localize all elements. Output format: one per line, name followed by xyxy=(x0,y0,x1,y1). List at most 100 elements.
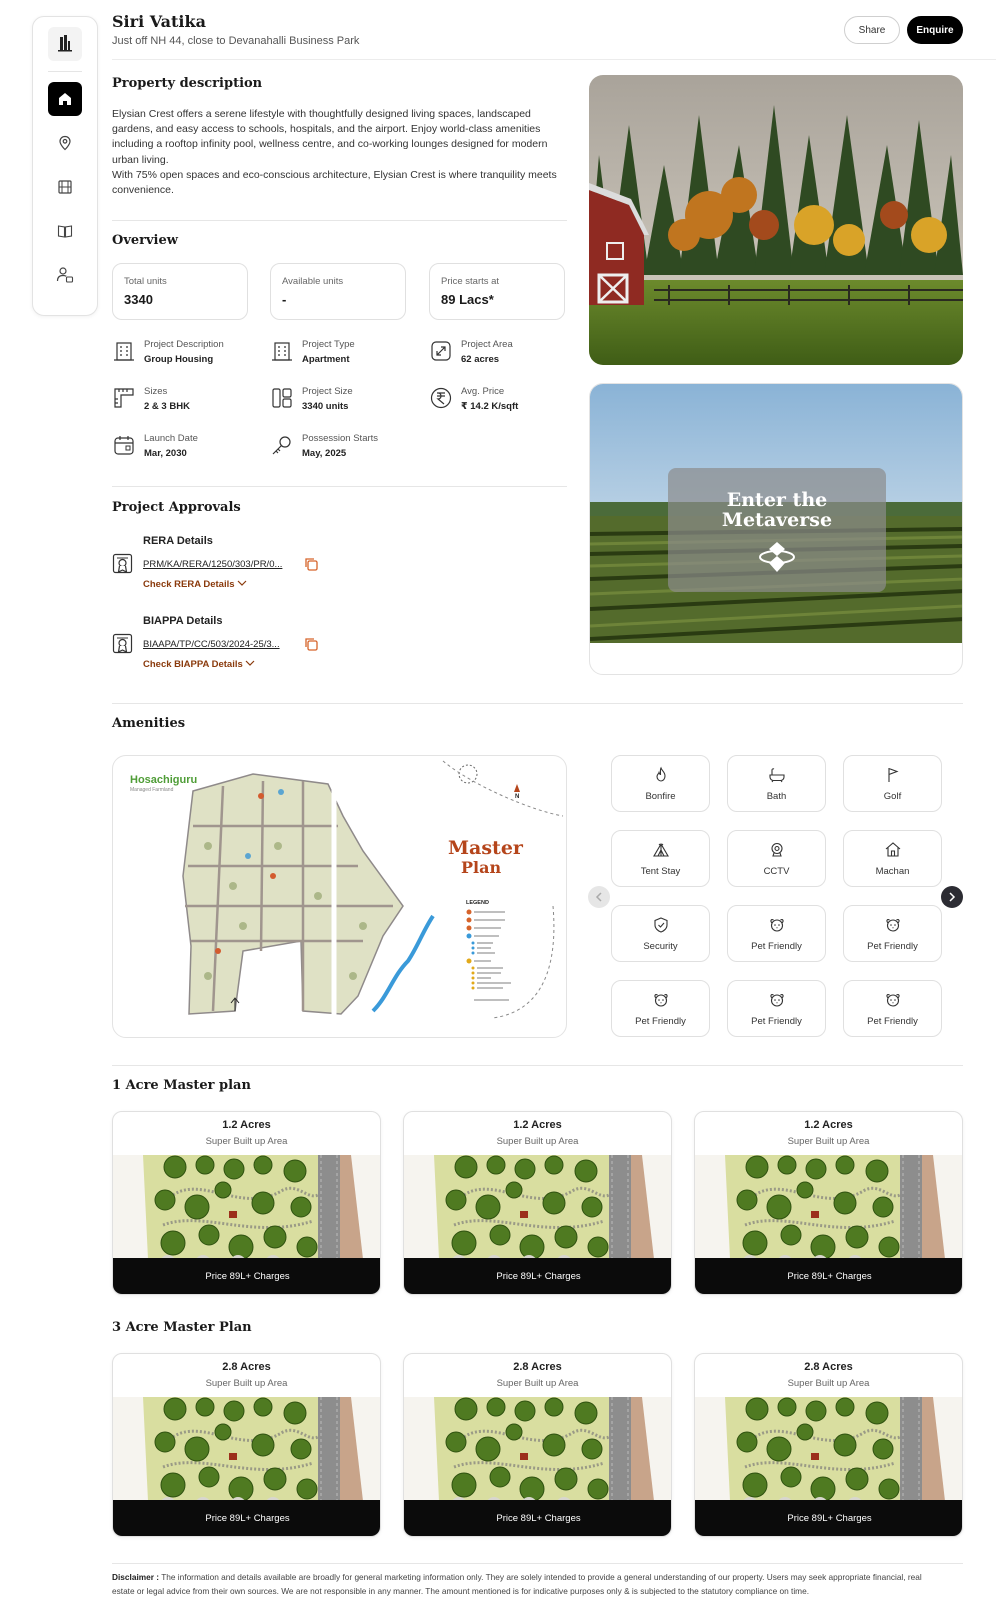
amenity-tile-pet-friendly[interactable]: Pet Friendly xyxy=(611,980,710,1037)
detail-label: Project Description xyxy=(144,339,224,350)
copy-icon[interactable] xyxy=(303,636,319,652)
plan-card[interactable]: 2.8 Acres Super Built up Area Price 89L+ C… xyxy=(694,1353,963,1537)
detail-launch-date: Launch Date Mar, 2030 xyxy=(112,433,262,459)
amenity-tile-cctv[interactable]: CCTV xyxy=(727,830,826,887)
hut-icon xyxy=(885,841,900,857)
plan-price-button[interactable]: Price 89L+ Charges xyxy=(404,1258,671,1294)
calendar-icon xyxy=(114,436,134,455)
master-plan-map[interactable]: Hosachiguru Managed Farmland Master Plan… xyxy=(112,755,567,1038)
dog-icon xyxy=(885,993,900,1007)
plan-acres: 1.2 Acres xyxy=(513,1119,562,1131)
plan-price-button[interactable]: Price 89L+ Charges xyxy=(113,1258,380,1294)
description-heading: Property description xyxy=(112,76,263,91)
amenity-tile-pet-friendly[interactable]: Pet Friendly xyxy=(843,905,942,962)
amenity-tile-pet-friendly[interactable]: Pet Friendly xyxy=(727,905,826,962)
amenity-tile-golf[interactable]: Golf xyxy=(843,755,942,812)
amenity-tile-machan[interactable]: Machan xyxy=(843,830,942,887)
sidebar-item-location[interactable] xyxy=(48,126,82,160)
check-biappa-link[interactable]: Check BIAPPA Details xyxy=(143,659,342,670)
sidebar-item-home[interactable] xyxy=(48,82,82,116)
user-settings-icon xyxy=(56,267,74,283)
amenity-label: Golf xyxy=(883,790,902,802)
metaverse-card[interactable]: Enter the Metaverse xyxy=(589,383,963,675)
camera-icon xyxy=(770,842,783,857)
amenity-tile-pet-friendly[interactable]: Pet Friendly xyxy=(727,980,826,1037)
detail-value: 2 & 3 BHK xyxy=(144,401,190,412)
stat-label: Price starts at xyxy=(441,276,500,287)
plan-layout-image xyxy=(695,1155,962,1259)
detail-project-size: Project Size 3340 units xyxy=(270,386,420,412)
detail-possession: Possession Starts May, 2025 xyxy=(270,433,420,459)
property-photo-barn[interactable] xyxy=(589,75,963,365)
detail-value: ₹ 14.2 K/sqft xyxy=(461,401,519,412)
share-button[interactable]: Share xyxy=(844,16,900,44)
amenity-tile-bath[interactable]: Bath xyxy=(727,755,826,812)
plan-acres: 2.8 Acres xyxy=(222,1361,271,1373)
plan-area-label: Super Built up Area xyxy=(787,1136,870,1147)
amenity-tile-tent-stay[interactable]: Tent Stay xyxy=(611,830,710,887)
plan-acres: 1.2 Acres xyxy=(804,1119,853,1131)
certificate-icon xyxy=(112,553,133,574)
approval-number: PRM/KA/RERA/1250/303/PR/0... xyxy=(143,558,283,570)
plan-layout-image xyxy=(113,1397,380,1501)
amenities-prev-button[interactable] xyxy=(588,886,610,908)
copy-icon[interactable] xyxy=(303,556,319,572)
brand-logo[interactable] xyxy=(48,27,82,61)
sidebar-item-profile[interactable] xyxy=(48,258,82,292)
detail-label: Project Type xyxy=(302,339,355,350)
enquire-button[interactable]: Enquire xyxy=(907,16,963,44)
divider xyxy=(112,703,963,704)
dog-icon xyxy=(653,993,668,1007)
stat-label: Total units xyxy=(124,276,167,287)
film-icon xyxy=(58,180,72,194)
detail-project-area: Project Area 62 acres xyxy=(429,339,579,365)
amenities-next-button[interactable] xyxy=(941,886,963,908)
map-title-line2: Plan xyxy=(461,858,501,877)
detail-label: Launch Date xyxy=(144,433,198,444)
detail-label: Sizes xyxy=(144,386,168,397)
map-legend-title: LEGEND xyxy=(466,900,489,906)
detail-avg-price: Avg. Price ₹ 14.2 K/sqft xyxy=(429,386,579,412)
plan-card[interactable]: 1.2 Acres Super Built up Area Price 89L+ C… xyxy=(112,1111,381,1295)
plan-price-button[interactable]: Price 89L+ Charges xyxy=(695,1258,962,1294)
map-brand: Hosachiguru xyxy=(130,774,197,786)
certificate-icon xyxy=(112,633,133,654)
divider xyxy=(112,220,567,221)
plan-card[interactable]: 2.8 Acres Super Built up Area Price 89L+ C… xyxy=(112,1353,381,1537)
plan-area-label: Super Built up Area xyxy=(496,1378,579,1389)
plan-price-button[interactable]: Price 89L+ Charges xyxy=(404,1500,671,1536)
check-rera-label: Check RERA Details xyxy=(143,579,235,590)
detail-label: Project Area xyxy=(461,339,513,350)
plan-area-label: Super Built up Area xyxy=(496,1136,579,1147)
page-title: Siri Vatika xyxy=(112,12,206,31)
map-title-line1: Master xyxy=(448,837,524,859)
amenity-tile-bonfire[interactable]: Bonfire xyxy=(611,755,710,812)
description-paragraph-2: With 75% open spaces and eco-conscious a… xyxy=(112,168,557,197)
plan-area-label: Super Built up Area xyxy=(205,1136,288,1147)
amenity-tile-security[interactable]: Security xyxy=(611,905,710,962)
dog-icon xyxy=(769,993,784,1007)
plan-card[interactable]: 2.8 Acres Super Built up Area Price 89L+ C… xyxy=(403,1353,672,1537)
amenity-label: Pet Friendly xyxy=(635,1015,686,1027)
amenity-label: Security xyxy=(643,940,678,952)
plan-card[interactable]: 1.2 Acres Super Built up Area Price 89L+ C… xyxy=(403,1111,672,1295)
bathtub-icon xyxy=(768,767,785,782)
metaverse-overlay[interactable]: Enter the Metaverse xyxy=(668,468,886,592)
detail-value: Apartment xyxy=(302,354,350,365)
check-rera-link[interactable]: Check RERA Details xyxy=(143,579,342,590)
amenity-label: Bath xyxy=(766,790,787,802)
plan-price-button[interactable]: Price 89L+ Charges xyxy=(113,1500,380,1536)
amenity-label: CCTV xyxy=(763,865,790,877)
plan-price-button[interactable]: Price 89L+ Charges xyxy=(695,1500,962,1536)
plan-card[interactable]: 1.2 Acres Super Built up Area Price 89L+ C… xyxy=(694,1111,963,1295)
amenity-tile-pet-friendly[interactable]: Pet Friendly xyxy=(843,980,942,1037)
stat-value: 3340 xyxy=(124,292,153,307)
amenity-label: Machan xyxy=(875,865,910,877)
page-subtitle: Just off NH 44, close to Devanahalli Bus… xyxy=(112,35,360,47)
location-pin-icon xyxy=(59,135,71,151)
chevron-left-icon xyxy=(595,892,602,902)
approvals-heading: Project Approvals xyxy=(112,500,241,515)
sidebar-item-media[interactable] xyxy=(48,170,82,204)
sidebar-item-brochure[interactable] xyxy=(48,214,82,248)
divider xyxy=(112,486,567,487)
